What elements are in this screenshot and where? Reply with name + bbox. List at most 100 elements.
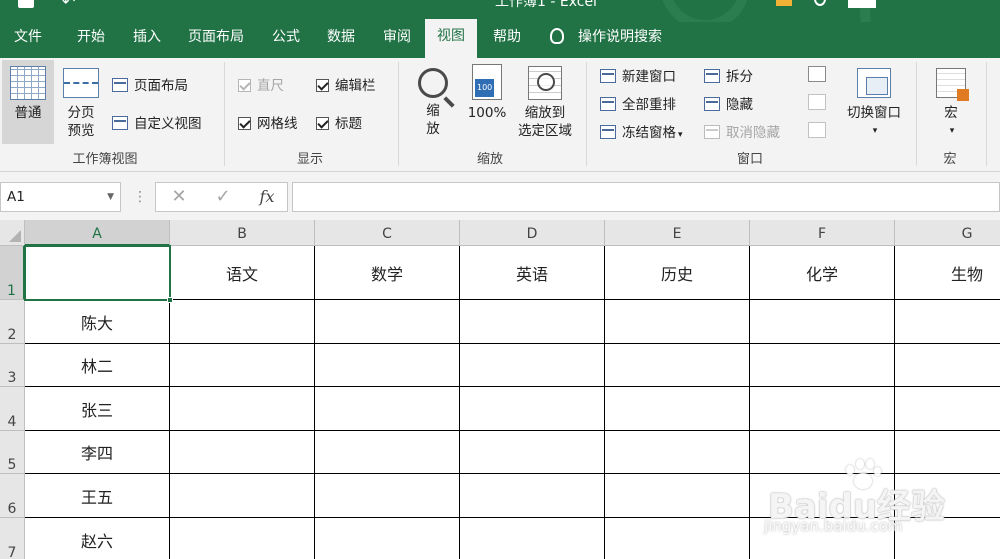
cell-a4[interactable]: 张三: [25, 387, 170, 431]
freeze-panes-button[interactable]: 冻结窗格 ▾: [600, 121, 683, 141]
save-icon[interactable]: [18, 0, 34, 8]
cell-e7[interactable]: [605, 518, 750, 559]
cell-e3[interactable]: [605, 344, 750, 387]
cell-a2[interactable]: 陈大: [25, 300, 170, 344]
cell-e2[interactable]: [605, 300, 750, 344]
cell-d4[interactable]: [460, 387, 605, 431]
page-layout-view-button[interactable]: 页面布局: [112, 74, 188, 94]
undo-icon[interactable]: ↶: [62, 0, 75, 11]
switch-windows-button[interactable]: 切换窗口 ▾: [836, 60, 912, 144]
column-header-e[interactable]: E: [605, 220, 750, 246]
cell-a7[interactable]: 赵六: [25, 518, 170, 559]
cell-c5[interactable]: [315, 431, 460, 474]
formula-input[interactable]: [292, 182, 1000, 212]
ruler-checkbox[interactable]: 直尺: [238, 74, 284, 94]
cell-g7[interactable]: [895, 518, 1000, 559]
zoom-button[interactable]: 缩 放: [410, 60, 456, 144]
reset-window-position-icon[interactable]: [808, 122, 826, 138]
hide-button[interactable]: 隐藏: [704, 93, 753, 113]
cell-f3[interactable]: [750, 344, 895, 387]
column-header-c[interactable]: C: [315, 220, 460, 246]
cell-b2[interactable]: [170, 300, 315, 344]
cell-c1[interactable]: 数学: [315, 246, 460, 300]
cell-g1[interactable]: 生物: [895, 246, 1000, 300]
cell-a3[interactable]: 林二: [25, 344, 170, 387]
custom-views-button[interactable]: 自定义视图: [112, 112, 202, 132]
account-icon[interactable]: [814, 0, 826, 6]
cell-f7[interactable]: [750, 518, 895, 559]
cell-b3[interactable]: [170, 344, 315, 387]
tab-file[interactable]: 文件: [0, 22, 56, 58]
cell-e4[interactable]: [605, 387, 750, 431]
formula-bar-resize-handle[interactable]: ⋮: [133, 184, 147, 210]
cell-a5[interactable]: 李四: [25, 431, 170, 474]
tab-home[interactable]: 开始: [62, 22, 120, 58]
cell-b7[interactable]: [170, 518, 315, 559]
insert-function-icon[interactable]: fx: [252, 183, 282, 211]
row-header-3[interactable]: 3: [0, 344, 25, 387]
row-header-2[interactable]: 2: [0, 300, 25, 344]
cell-e6[interactable]: [605, 474, 750, 518]
cell-e5[interactable]: [605, 431, 750, 474]
cell-d5[interactable]: [460, 431, 605, 474]
tab-help[interactable]: 帮助: [480, 22, 534, 58]
zoom-100-button[interactable]: 100 100%: [462, 60, 512, 144]
tell-me-search[interactable]: 操作说明搜索: [550, 22, 662, 58]
cell-g5[interactable]: [895, 431, 1000, 474]
cell-d2[interactable]: [460, 300, 605, 344]
cell-g6[interactable]: [895, 474, 1000, 518]
tab-review[interactable]: 审阅: [370, 22, 424, 58]
cell-g2[interactable]: [895, 300, 1000, 344]
zoom-to-selection-button[interactable]: 缩放到 选定区域: [512, 60, 578, 144]
split-button[interactable]: 拆分: [704, 65, 753, 85]
enter-icon[interactable]: ✓: [208, 183, 238, 211]
column-header-a[interactable]: A: [25, 220, 170, 246]
cell-e1[interactable]: 历史: [605, 246, 750, 300]
cell-d6[interactable]: [460, 474, 605, 518]
row-header-4[interactable]: 4: [0, 387, 25, 431]
headings-checkbox[interactable]: 标题: [316, 112, 362, 132]
account-avatar[interactable]: [848, 0, 876, 8]
normal-view-button[interactable]: 普通: [2, 60, 54, 144]
row-header-1[interactable]: 1: [0, 246, 25, 300]
select-all-corner[interactable]: [0, 220, 25, 246]
macros-button[interactable]: 宏 ▾: [926, 60, 976, 144]
cell-b5[interactable]: [170, 431, 315, 474]
row-header-6[interactable]: 6: [0, 474, 25, 518]
row-header-7[interactable]: 7: [0, 518, 25, 559]
cell-d3[interactable]: [460, 344, 605, 387]
gridlines-checkbox[interactable]: 网格线: [238, 112, 298, 132]
unhide-button[interactable]: 取消隐藏: [704, 121, 780, 141]
cell-g4[interactable]: [895, 387, 1000, 431]
cell-b6[interactable]: [170, 474, 315, 518]
cell-c3[interactable]: [315, 344, 460, 387]
cell-a6[interactable]: 王五: [25, 474, 170, 518]
cell-g3[interactable]: [895, 344, 1000, 387]
tab-data[interactable]: 数据: [314, 22, 368, 58]
synchronous-scrolling-icon[interactable]: [808, 94, 826, 110]
cell-d1[interactable]: 英语: [460, 246, 605, 300]
new-window-button[interactable]: 新建窗口: [600, 65, 676, 85]
cell-c4[interactable]: [315, 387, 460, 431]
page-break-preview-button[interactable]: 分页 预览: [56, 60, 106, 144]
cell-b4[interactable]: [170, 387, 315, 431]
cell-f6[interactable]: [750, 474, 895, 518]
tab-view[interactable]: 视图: [425, 19, 477, 58]
column-header-g[interactable]: G: [895, 220, 1000, 246]
tab-page-layout[interactable]: 页面布局: [176, 22, 256, 58]
cell-c2[interactable]: [315, 300, 460, 344]
column-header-f[interactable]: F: [750, 220, 895, 246]
fill-handle[interactable]: [167, 297, 173, 303]
name-box[interactable]: A1 ▼: [0, 182, 121, 212]
tab-insert[interactable]: 插入: [120, 22, 174, 58]
tab-formulas[interactable]: 公式: [260, 22, 312, 58]
column-header-d[interactable]: D: [460, 220, 605, 246]
row-header-5[interactable]: 5: [0, 431, 25, 474]
cancel-icon[interactable]: ✕: [164, 183, 194, 211]
cell-c7[interactable]: [315, 518, 460, 559]
view-side-by-side-icon[interactable]: [808, 66, 826, 82]
warning-icon[interactable]: [776, 0, 792, 6]
cell-d7[interactable]: [460, 518, 605, 559]
cell-f2[interactable]: [750, 300, 895, 344]
cell-c6[interactable]: [315, 474, 460, 518]
